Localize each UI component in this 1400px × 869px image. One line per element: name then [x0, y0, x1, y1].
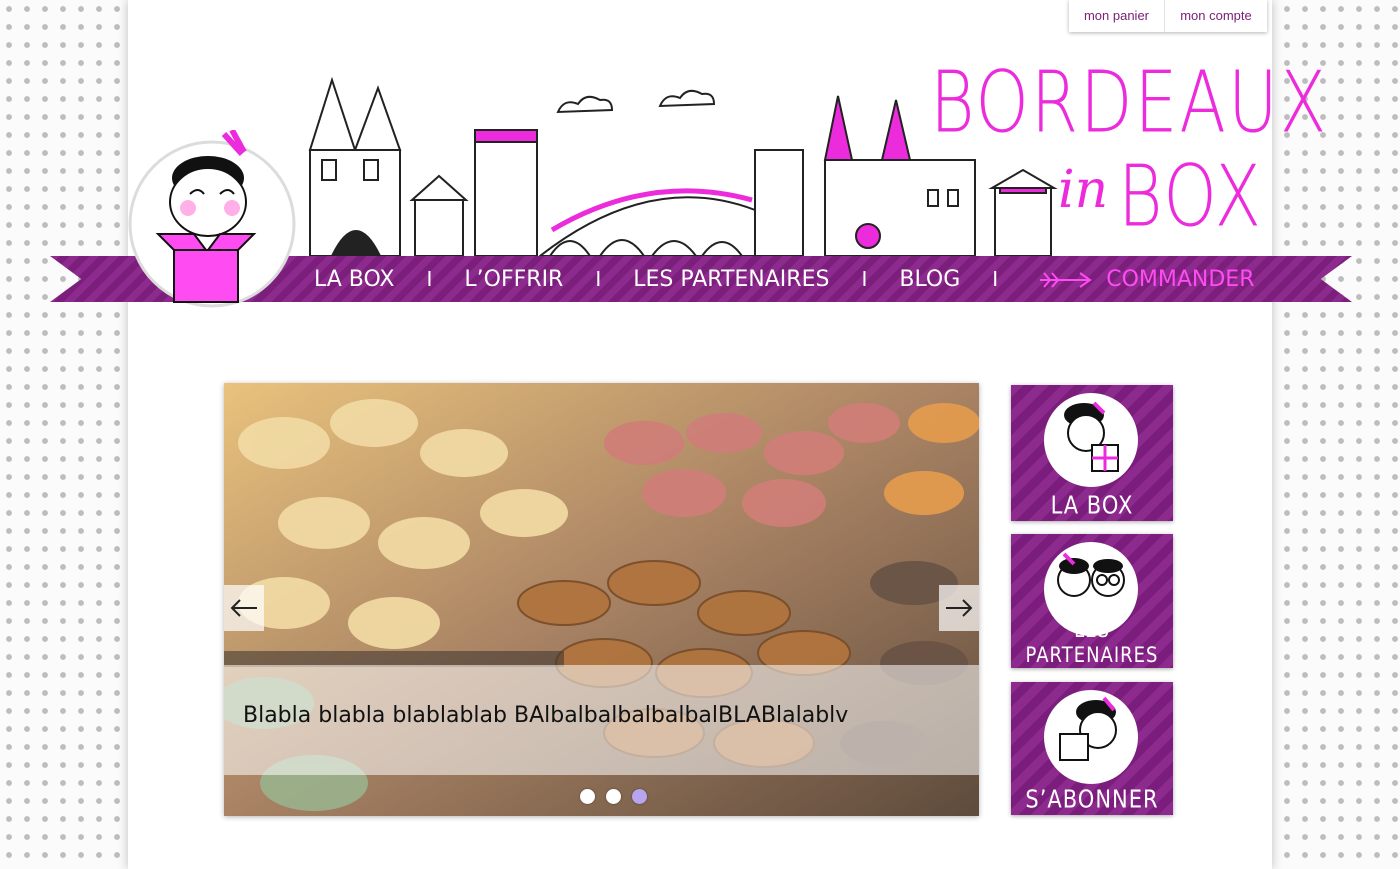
arrow-left-icon — [230, 599, 257, 617]
nav-item-blog[interactable]: BLOG — [899, 267, 960, 292]
account-link[interactable]: mon compte — [1165, 0, 1267, 32]
nav-separator: I — [426, 267, 433, 291]
logo-line-bordeaux: BORDEAUX — [930, 54, 1329, 153]
slider-next-button[interactable] — [939, 585, 979, 631]
slider-dot[interactable] — [606, 789, 621, 804]
side-box-abonner[interactable]: S’ABONNER — [1011, 682, 1173, 815]
slide-caption-text: Blabla blabla blablablab BAlbalbalbalbal… — [243, 703, 849, 728]
nav-item-partenaires[interactable]: LES PARTENAIRES — [633, 267, 829, 292]
nav-item-la-box[interactable]: LA BOX — [314, 267, 395, 292]
account-links: mon panier mon compte — [1069, 0, 1267, 32]
nav-separator: I — [992, 267, 999, 291]
image-slider[interactable]: Blabla blabla blablablab BAlbalbalbalbal… — [224, 383, 979, 816]
main-navigation: LA BOX I L’OFFRIR I LES PARTENAIRES I BL… — [300, 256, 1254, 302]
slider-dot-active[interactable] — [632, 789, 647, 804]
arrow-right-icon — [1040, 271, 1092, 288]
side-box-la-box[interactable]: LA BOX — [1011, 385, 1173, 521]
side-box-label: LES PARTENAIRES — [1025, 617, 1159, 668]
nav-separator: I — [861, 267, 868, 291]
arrow-right-icon — [946, 599, 973, 617]
mascot-girl-icon — [128, 130, 296, 308]
nav-commander-button[interactable]: COMMANDER — [1038, 267, 1254, 292]
nav-item-offrir[interactable]: L’OFFRIR — [464, 267, 563, 292]
site-logo[interactable]: BORDEAUX in BOX — [930, 54, 1326, 254]
slider-dot[interactable] — [580, 789, 595, 804]
slider-prev-button[interactable] — [224, 585, 264, 631]
logo-connector: in — [1058, 160, 1109, 220]
nav-separator: I — [595, 267, 602, 291]
cart-link[interactable]: mon panier — [1069, 0, 1165, 32]
slider-dots — [580, 789, 647, 804]
side-box-partenaires[interactable]: LES PARTENAIRES — [1011, 534, 1173, 668]
side-box-label: LA BOX — [1050, 490, 1134, 520]
slide-caption: Blabla blabla blablablab BAlbalbalbalbal… — [224, 665, 979, 775]
girl-with-box-icon — [1044, 690, 1138, 784]
girl-with-gift-icon — [1044, 393, 1138, 487]
nav-commander-label: COMMANDER — [1106, 266, 1255, 292]
logo-line-box: BOX — [1118, 148, 1264, 247]
side-box-label: S’ABONNER — [1025, 784, 1159, 814]
